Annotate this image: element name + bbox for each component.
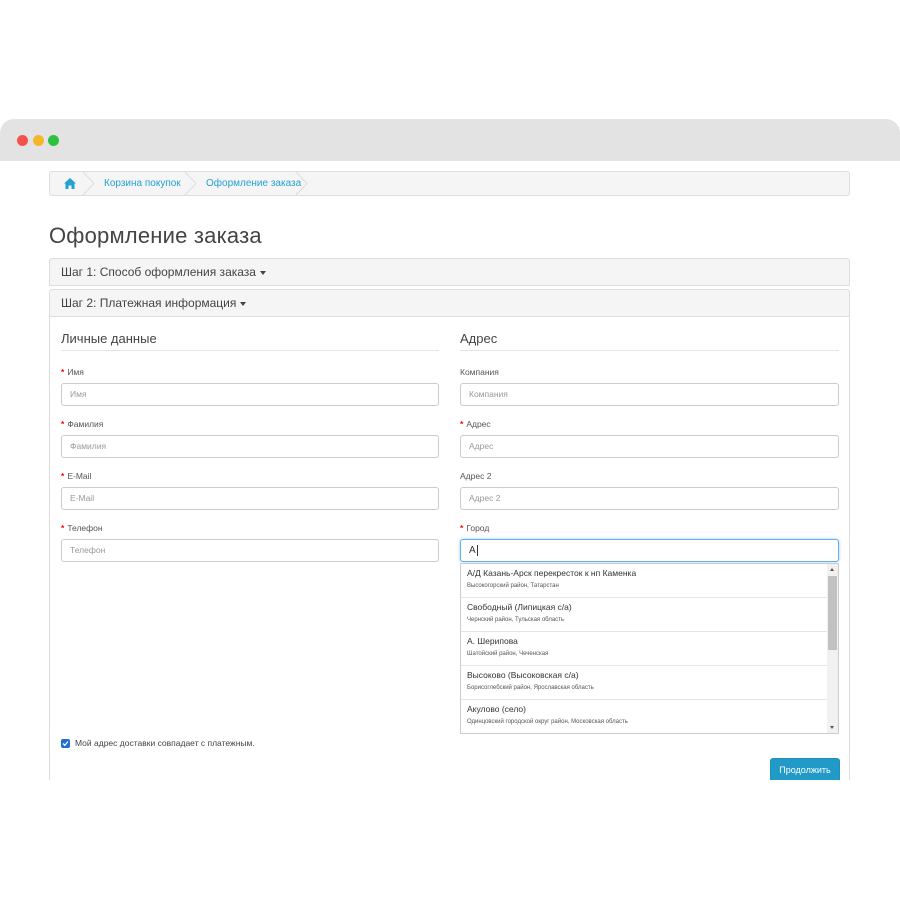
suggestion-item[interactable]: А. Шерипова Шатойский район, Чеченская	[461, 632, 827, 666]
home-icon[interactable]	[64, 178, 76, 189]
company-input[interactable]: Компания	[460, 383, 839, 406]
city-label: * Город	[460, 523, 490, 533]
email-input[interactable]: E-Mail	[61, 487, 439, 510]
suggestion-item[interactable]: Высоково (Высоковская с/а) Борисоглебски…	[461, 666, 827, 700]
city-input[interactable]: А	[460, 539, 839, 562]
section-divider	[460, 350, 839, 351]
address-1-label: * Адрес	[460, 419, 491, 429]
breadcrumb: Корзина покупок Оформление заказа	[49, 171, 850, 196]
suggestion-item[interactable]: Свободный (Липицкая с/а) Чернский район,…	[461, 598, 827, 632]
step-1-label: Шаг 1: Способ оформления заказа	[61, 265, 256, 279]
page-title: Оформление заказа	[49, 223, 262, 248]
city-suggestions: А/Д Казань-Арск перекресток к нп Каменка…	[460, 563, 839, 734]
first-name-input[interactable]: Имя	[61, 383, 439, 406]
section-divider	[61, 350, 439, 351]
address-1-input[interactable]: Адрес	[460, 435, 839, 458]
breadcrumb-separator-icon	[295, 172, 308, 195]
window-titlebar	[0, 119, 900, 161]
step-2-label: Шаг 2: Платежная информация	[61, 296, 237, 310]
scrollbar-thumb[interactable]	[828, 576, 837, 650]
email-label: * E-Mail	[61, 471, 92, 481]
maximize-window-button[interactable]	[48, 135, 59, 146]
company-label: Компания	[460, 367, 499, 377]
caret-down-icon	[240, 301, 247, 306]
breadcrumb-separator-icon	[82, 172, 95, 195]
address-heading: Адрес	[460, 331, 498, 346]
breadcrumb-checkout-link[interactable]: Оформление заказа	[206, 172, 301, 195]
scroll-down-icon[interactable]	[830, 726, 834, 729]
suggestion-item[interactable]: А/Д Казань-Арск перекресток к нп Каменка…	[461, 564, 827, 598]
text-cursor	[476, 544, 478, 556]
suggestion-item[interactable]: Акулово (село) Одинцовский городской окр…	[461, 700, 827, 733]
same-address-checkbox[interactable]	[61, 739, 70, 748]
phone-input[interactable]: Телефон	[61, 539, 439, 562]
same-address-label: Мой адрес доставки совпадает с платежным…	[75, 738, 255, 748]
personal-data-heading: Личные данные	[61, 331, 157, 346]
minimize-window-button[interactable]	[33, 135, 44, 146]
caret-down-icon	[259, 270, 266, 275]
scroll-up-icon[interactable]	[830, 568, 834, 571]
checkmark-icon	[62, 741, 69, 747]
close-window-button[interactable]	[17, 135, 28, 146]
phone-label: * Телефон	[61, 523, 103, 533]
breadcrumb-separator-icon	[184, 172, 197, 195]
step-1-header[interactable]: Шаг 1: Способ оформления заказа	[49, 258, 850, 286]
address-2-input[interactable]: Адрес 2	[460, 487, 839, 510]
suggestions-scrollbar[interactable]	[827, 564, 838, 733]
last-name-input[interactable]: Фамилия	[61, 435, 439, 458]
first-name-label: * Имя	[61, 367, 84, 377]
address-2-label: Адрес 2	[460, 471, 492, 481]
breadcrumb-cart-link[interactable]: Корзина покупок	[104, 172, 181, 195]
page-bottom-margin	[0, 780, 900, 900]
step-2-header[interactable]: Шаг 2: Платежная информация	[49, 289, 850, 317]
last-name-label: * Фамилия	[61, 419, 104, 429]
